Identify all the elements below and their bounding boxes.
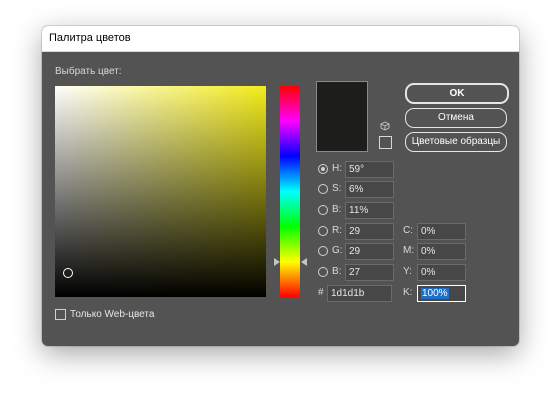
green-radio[interactable] xyxy=(318,246,328,256)
magenta-label: M: xyxy=(403,245,415,256)
black-input-selection: 100% xyxy=(421,288,449,299)
hue-radio[interactable] xyxy=(318,164,328,174)
blue-label: B: xyxy=(332,266,342,277)
title-bar: Палитра цветов xyxy=(42,26,519,52)
blue-row: B: 27 xyxy=(318,264,398,281)
cancel-button[interactable]: Отмена xyxy=(405,108,507,128)
hue-row: H: 59° xyxy=(318,161,398,178)
current-color-swatch xyxy=(316,81,368,152)
black-input[interactable]: 100% xyxy=(417,285,466,302)
hex-input[interactable]: 1d1d1b xyxy=(327,285,392,302)
red-radio[interactable] xyxy=(318,226,328,236)
web-colors-label: Только Web-цвета xyxy=(70,309,155,320)
yellow-input[interactable]: 0% xyxy=(417,264,466,281)
green-row: G: 29 xyxy=(318,243,398,260)
web-safe-swatch-icon[interactable] xyxy=(379,136,392,149)
red-label: R: xyxy=(332,225,342,236)
blue-input[interactable]: 27 xyxy=(345,264,394,281)
hue-label: H: xyxy=(332,163,342,174)
hue-input[interactable]: 59° xyxy=(345,161,394,178)
cyan-row: C: 0% xyxy=(403,223,473,240)
window-title: Палитра цветов xyxy=(49,32,131,44)
saturation-radio[interactable] xyxy=(318,184,328,194)
brightness-input[interactable]: 11% xyxy=(345,202,394,219)
yellow-row: Y: 0% xyxy=(403,264,473,281)
color-swatches-button[interactable]: Цветовые образцы xyxy=(405,132,507,152)
hue-slider[interactable] xyxy=(280,86,300,297)
color-field-cursor[interactable] xyxy=(63,268,73,278)
color-picker-dialog: Палитра цветов Выбрать цвет: OK Отмена Ц… xyxy=(42,26,519,346)
red-row: R: 29 xyxy=(318,223,398,240)
magenta-input[interactable]: 0% xyxy=(417,243,466,260)
green-label: G: xyxy=(332,245,343,256)
brightness-label: B: xyxy=(332,204,342,215)
green-input[interactable]: 29 xyxy=(345,243,394,260)
hue-slider-left-arrow[interactable] xyxy=(274,258,280,266)
web-colors-checkbox[interactable] xyxy=(55,309,66,320)
cube-icon[interactable] xyxy=(380,121,390,131)
brightness-row: B: 11% xyxy=(318,202,398,219)
hue-slider-right-arrow[interactable] xyxy=(301,258,307,266)
pick-color-label: Выбрать цвет: xyxy=(55,66,122,77)
yellow-label: Y: xyxy=(403,266,412,277)
cyan-label: C: xyxy=(403,225,413,236)
blue-radio[interactable] xyxy=(318,267,328,277)
saturation-label: S: xyxy=(332,183,342,194)
magenta-row: M: 0% xyxy=(403,243,473,260)
ok-button[interactable]: OK xyxy=(405,83,509,104)
black-row: K: 100% xyxy=(403,285,473,302)
cyan-input[interactable]: 0% xyxy=(417,223,466,240)
color-field[interactable] xyxy=(55,86,266,297)
black-label: K: xyxy=(403,287,413,298)
hex-label: # xyxy=(318,287,324,298)
saturation-row: S: 6% xyxy=(318,181,398,198)
brightness-radio[interactable] xyxy=(318,205,328,215)
saturation-input[interactable]: 6% xyxy=(345,181,394,198)
red-input[interactable]: 29 xyxy=(345,223,394,240)
